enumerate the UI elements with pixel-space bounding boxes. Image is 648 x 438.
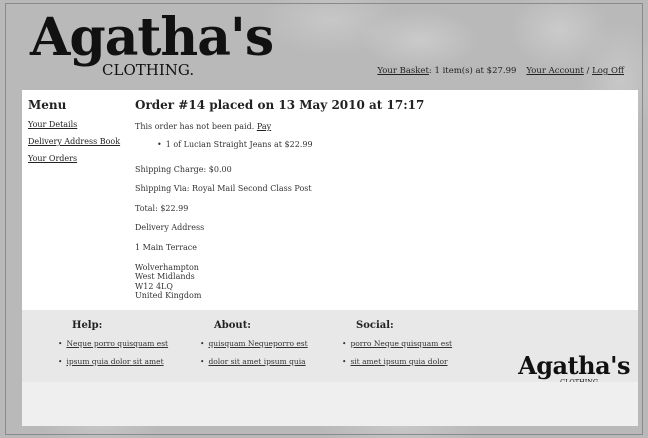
footer-column-about: About: quisquam Nequeporro est dolor sit…: [200, 320, 340, 375]
sidebar-menu: Menu Your Details Delivery Address Book …: [28, 98, 138, 171]
logo-subtitle: CLOTHING.: [102, 61, 195, 79]
address-county: West Midlands: [135, 272, 195, 282]
delivery-address-heading: Delivery Address: [135, 223, 205, 233]
footer-link-item: Neque porro quisquam est: [58, 339, 198, 348]
footer-link[interactable]: ipsum quia dolor sit amet: [66, 357, 163, 366]
sub-footer: [22, 382, 638, 426]
footer-column-help: Help: Neque porro quisquam est ipsum qui…: [58, 320, 198, 375]
footer-heading-about: About:: [214, 320, 252, 331]
basket-summary: : 1 item(s) at $27.99: [428, 66, 517, 76]
order-title: Order #14 placed on 13 May 2010 at 17:17: [135, 98, 425, 112]
footer-link-item: quisquam Nequeporro est: [200, 339, 340, 348]
shipping-charge: Shipping Charge: $0.00: [135, 164, 232, 174]
site-header: Agatha's CLOTHING. Your Basket: 1 item(s…: [22, 8, 638, 88]
order-details: Order #14 placed on 13 May 2010 at 17:17…: [135, 98, 625, 301]
address-town: Wolverhampton: [135, 262, 199, 272]
main-content: Menu Your Details Delivery Address Book …: [22, 90, 638, 310]
logo-wordmark[interactable]: Agatha's: [30, 12, 274, 64]
footer-link[interactable]: dolor sit amet ipsum quia: [208, 357, 305, 366]
footer-link[interactable]: Neque porro quisquam est: [66, 339, 168, 348]
header-account-links: Your Basket: 1 item(s) at $27.99 Your Acc…: [377, 66, 624, 76]
order-items-list: 1 of Lucian Straight Jeans at $22.99: [157, 140, 625, 149]
footer-heading-social: Social:: [356, 320, 394, 331]
header-separator: /: [586, 66, 590, 76]
footer-link-item: porro Neque quisquam est: [342, 339, 482, 348]
payment-status: This order has not been paid. Pay: [135, 122, 625, 132]
menu-item-delivery-address-book[interactable]: Delivery Address Book: [28, 137, 138, 146]
address-line-1: 1 Main Terrace: [135, 242, 197, 252]
footer-logo[interactable]: Agatha's: [518, 354, 630, 378]
footer-column-social: Social: porro Neque quisquam est sit ame…: [342, 320, 482, 375]
footer-heading-help: Help:: [72, 320, 103, 331]
payment-status-text: This order has not been paid.: [135, 122, 255, 131]
footer-link[interactable]: quisquam Nequeporro est: [208, 339, 307, 348]
logoff-link[interactable]: Log Off: [592, 66, 624, 76]
footer-link[interactable]: porro Neque quisquam est: [350, 339, 452, 348]
address-postcode: W12 4LQ: [135, 281, 173, 291]
order-total: Total: $22.99: [135, 203, 189, 213]
footer-link-item: sit amet ipsum quia dolor: [342, 357, 482, 366]
address-country: United Kingdom: [135, 291, 202, 301]
shipping-method: Shipping Via: Royal Mail Second Class Po…: [135, 184, 312, 194]
footer-link[interactable]: sit amet ipsum quia dolor: [350, 357, 447, 366]
account-link[interactable]: Your Account: [526, 66, 583, 76]
menu-item-your-orders[interactable]: Your Orders: [28, 154, 138, 163]
pay-link[interactable]: Pay: [257, 122, 271, 131]
site-footer: Help: Neque porro quisquam est ipsum qui…: [22, 310, 638, 386]
menu-title: Menu: [28, 98, 67, 112]
menu-item-your-details[interactable]: Your Details: [28, 120, 138, 129]
address-block: Wolverhampton West Midlands W12 4LQ Unit…: [135, 263, 625, 301]
basket-link[interactable]: Your Basket: [377, 66, 429, 76]
order-item: 1 of Lucian Straight Jeans at $22.99: [157, 140, 625, 149]
footer-link-item: ipsum quia dolor sit amet: [58, 357, 198, 366]
footer-link-item: dolor sit amet ipsum quia: [200, 357, 340, 366]
